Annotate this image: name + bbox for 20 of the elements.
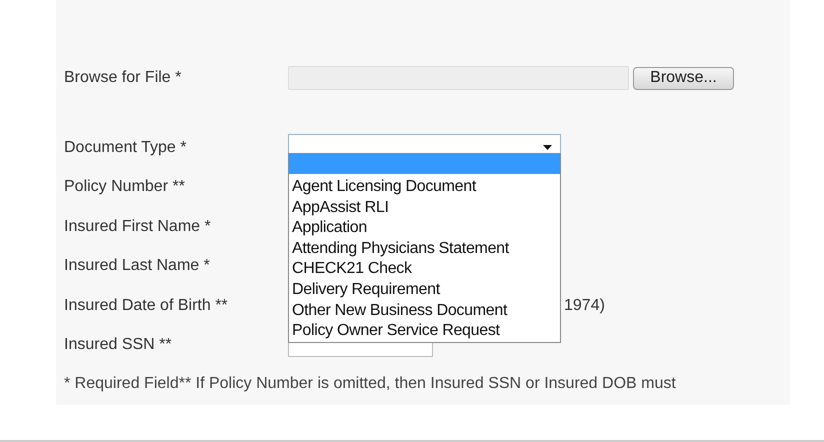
browse-button[interactable]: Browse... (633, 66, 734, 90)
field-label: Browse for File * (64, 69, 182, 87)
field-label: Insured Date of Birth ** (64, 296, 229, 315)
footnote: * Required Field** If Policy Number is omitted, then Insured SSN or Insured DOB must (64, 375, 677, 393)
dropdown-option[interactable]: Agent Licensing Document (289, 177, 560, 198)
dropdown-option[interactable]: Attending Physicians Statement (289, 238, 560, 260)
dropdown-option[interactable]: Application (289, 218, 560, 239)
dropdown-option[interactable]: Policy Owner Service Request (289, 321, 560, 342)
dropdown-option[interactable]: AppAssist RLI (289, 198, 560, 218)
dropdown-option[interactable]: Delivery Requirement (289, 280, 560, 301)
field-label: Insured Last Name * (64, 257, 211, 276)
field-label: Document Type * (64, 138, 188, 157)
field-label: Insured SSN ** (64, 336, 173, 354)
dropdown-option[interactable]: CHECK21 Check (289, 259, 560, 280)
caret-icon (543, 145, 552, 150)
field-hint: 1974) (564, 296, 605, 315)
file-path-field[interactable] (288, 66, 629, 90)
field-label: Insured First Name * (64, 218, 212, 236)
field-label: Policy Number ** (64, 178, 186, 196)
dropdown-option[interactable]: Other New Business Document (289, 300, 560, 322)
